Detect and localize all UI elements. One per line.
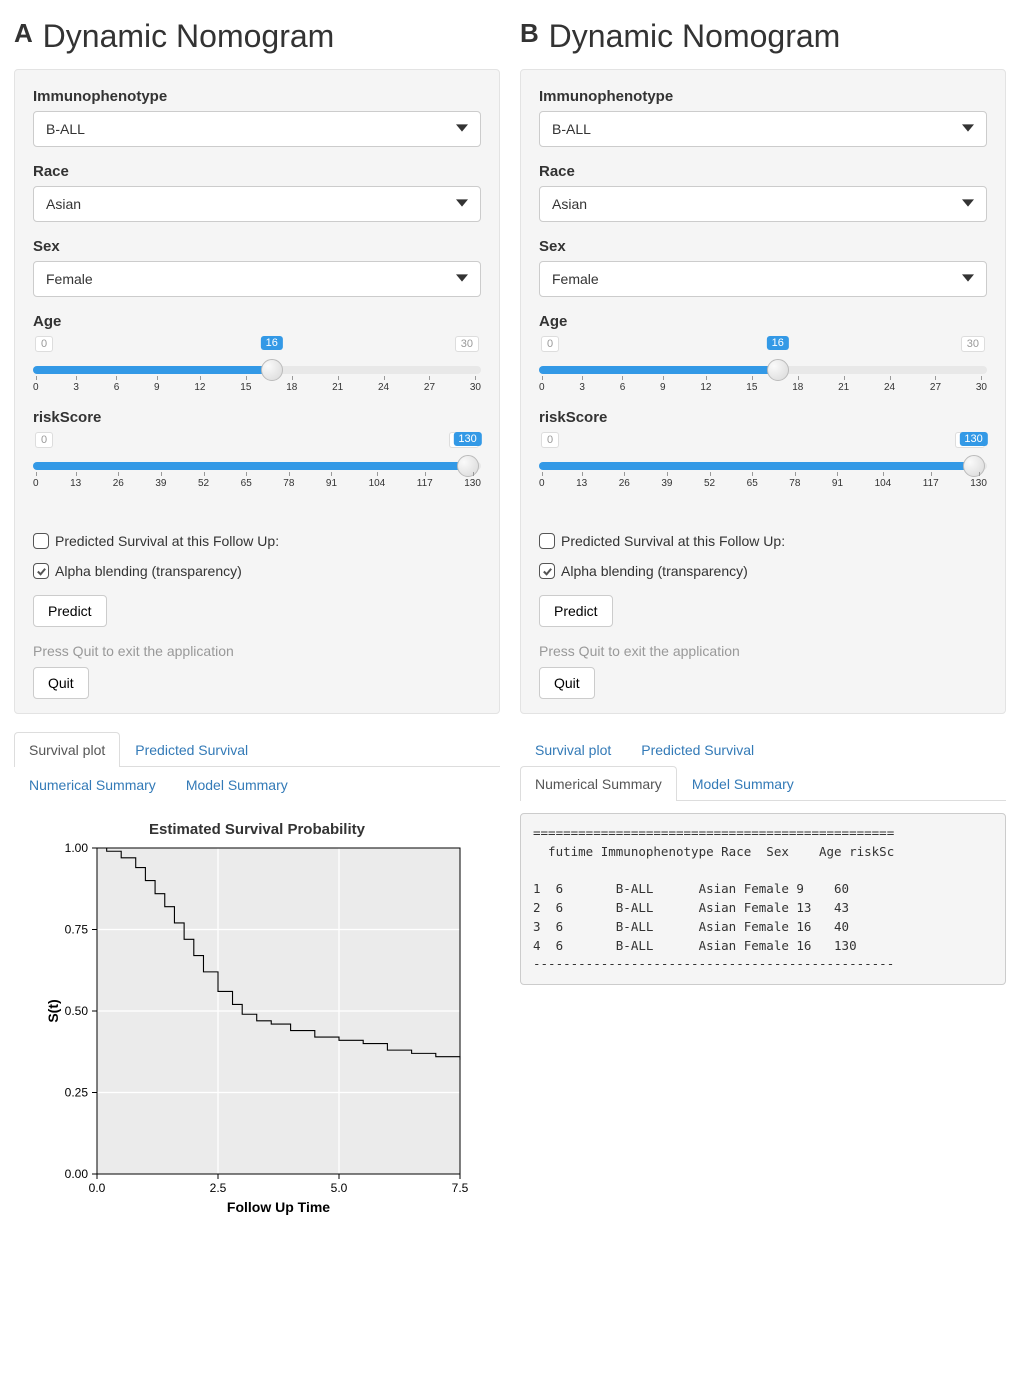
predict-button-b[interactable]: Predict — [539, 595, 613, 627]
predicted-survival-checkbox[interactable] — [33, 533, 49, 549]
riskscore-slider-handle[interactable] — [457, 455, 479, 477]
immunophenotype-label: Immunophenotype — [33, 88, 481, 105]
quit-button[interactable]: Quit — [33, 667, 89, 699]
alpha-blending-checkbox-label: Alpha blending (transparency) — [55, 563, 242, 579]
age-value-badge: 16 — [261, 336, 283, 350]
age-label-b: Age — [539, 313, 987, 330]
svg-text:S(t): S(t) — [45, 999, 61, 1022]
controls-well-b: Immunophenotype B-ALL Race Asian Sex Fem… — [520, 69, 1006, 714]
age-slider-handle-b[interactable] — [767, 359, 789, 381]
immunophenotype-select-b[interactable]: B-ALL — [539, 111, 987, 147]
immunophenotype-label-b: Immunophenotype — [539, 88, 987, 105]
svg-text:0.0: 0.0 — [89, 1181, 106, 1195]
chevron-down-icon — [456, 196, 468, 212]
tab-model-summary-b[interactable]: Model Summary — [677, 766, 809, 801]
svg-text:0.50: 0.50 — [65, 1004, 89, 1018]
sex-label: Sex — [33, 238, 481, 255]
svg-text:2.5: 2.5 — [210, 1181, 227, 1195]
riskscore-ticks-b: 013263952657891104117130 — [539, 478, 987, 489]
survival-chart: Estimated Survival Probability 0.0 2.5 5.0… — [14, 811, 500, 1226]
panel-a: A Dynamic Nomogram Immunophenotype B-ALL… — [14, 18, 500, 1226]
age-min: 0 — [35, 336, 53, 352]
age-ticks: 036912151821242730 — [33, 382, 481, 393]
race-label-b: Race — [539, 163, 987, 180]
svg-text:0.00: 0.00 — [65, 1167, 89, 1181]
panel-b-label: B — [520, 18, 539, 49]
riskscore-slider-handle-b[interactable] — [963, 455, 985, 477]
race-label: Race — [33, 163, 481, 180]
tab-model-summary[interactable]: Model Summary — [171, 767, 303, 802]
tab-predicted-survival-b[interactable]: Predicted Survival — [626, 732, 769, 767]
svg-text:Follow Up Time: Follow Up Time — [227, 1199, 330, 1215]
age-slider[interactable]: 16 — [33, 354, 481, 380]
age-ticks-b: 036912151821242730 — [539, 382, 987, 393]
immunophenotype-select[interactable]: B-ALL — [33, 111, 481, 147]
chevron-down-icon — [962, 121, 974, 137]
quit-help-text: Press Quit to exit the application — [33, 643, 481, 659]
chevron-down-icon — [456, 271, 468, 287]
riskscore-label-b: riskScore — [539, 409, 987, 426]
tab-predicted-survival[interactable]: Predicted Survival — [120, 732, 263, 767]
riskscore-ticks: 013263952657891104117130 — [33, 478, 481, 489]
age-slider-b[interactable]: 16 — [539, 354, 987, 380]
page-title-b: Dynamic Nomogram — [549, 18, 841, 55]
riskscore-label: riskScore — [33, 409, 481, 426]
tabs-b-row2: Numerical Summary Model Summary — [520, 766, 1006, 801]
svg-text:0.75: 0.75 — [65, 923, 89, 937]
svg-text:7.5: 7.5 — [452, 1181, 469, 1195]
chart-title: Estimated Survival Probability — [18, 821, 496, 838]
svg-text:0.25: 0.25 — [65, 1086, 89, 1100]
riskscore-slider[interactable]: 130 — [33, 450, 481, 476]
riskscore-min: 0 — [35, 432, 53, 448]
sex-select-b[interactable]: Female — [539, 261, 987, 297]
tabs-a: Survival plot Predicted Survival — [14, 732, 500, 767]
numerical-summary-output: ========================================… — [520, 813, 1006, 985]
riskscore-slider-b[interactable]: 130 — [539, 450, 987, 476]
immunophenotype-value: B-ALL — [46, 121, 85, 137]
page-title-a: Dynamic Nomogram — [43, 18, 335, 55]
svg-text:1.00: 1.00 — [65, 842, 89, 855]
riskscore-value-badge: 130 — [453, 432, 481, 446]
race-select-b[interactable]: Asian — [539, 186, 987, 222]
race-select[interactable]: Asian — [33, 186, 481, 222]
chevron-down-icon — [962, 196, 974, 212]
alpha-blending-checkbox-b[interactable] — [539, 563, 555, 579]
age-max: 30 — [455, 336, 479, 352]
sex-value: Female — [46, 271, 93, 287]
predicted-survival-checkbox-b[interactable] — [539, 533, 555, 549]
svg-text:5.0: 5.0 — [331, 1181, 348, 1195]
quit-help-text-b: Press Quit to exit the application — [539, 643, 987, 659]
tab-survival-plot[interactable]: Survival plot — [14, 732, 120, 767]
sex-label-b: Sex — [539, 238, 987, 255]
tab-survival-plot-b[interactable]: Survival plot — [520, 732, 626, 767]
tab-numerical-summary[interactable]: Numerical Summary — [14, 767, 171, 802]
quit-button-b[interactable]: Quit — [539, 667, 595, 699]
panel-a-label: A — [14, 18, 33, 49]
controls-well-a: Immunophenotype B-ALL Race Asian Sex Fem… — [14, 69, 500, 714]
age-slider-handle[interactable] — [261, 359, 283, 381]
sex-select[interactable]: Female — [33, 261, 481, 297]
tab-numerical-summary-b[interactable]: Numerical Summary — [520, 766, 677, 801]
race-value: Asian — [46, 196, 81, 212]
chevron-down-icon — [456, 121, 468, 137]
predict-button[interactable]: Predict — [33, 595, 107, 627]
predicted-survival-checkbox-label: Predicted Survival at this Follow Up: — [55, 533, 279, 549]
alpha-blending-checkbox[interactable] — [33, 563, 49, 579]
panel-b: B Dynamic Nomogram Immunophenotype B-ALL… — [520, 18, 1006, 1226]
survival-chart-svg: 0.0 2.5 5.0 7.5 0.00 0.25 0.50 0.75 1.00 Follow U… — [42, 842, 472, 1222]
age-label: Age — [33, 313, 481, 330]
chevron-down-icon — [962, 271, 974, 287]
